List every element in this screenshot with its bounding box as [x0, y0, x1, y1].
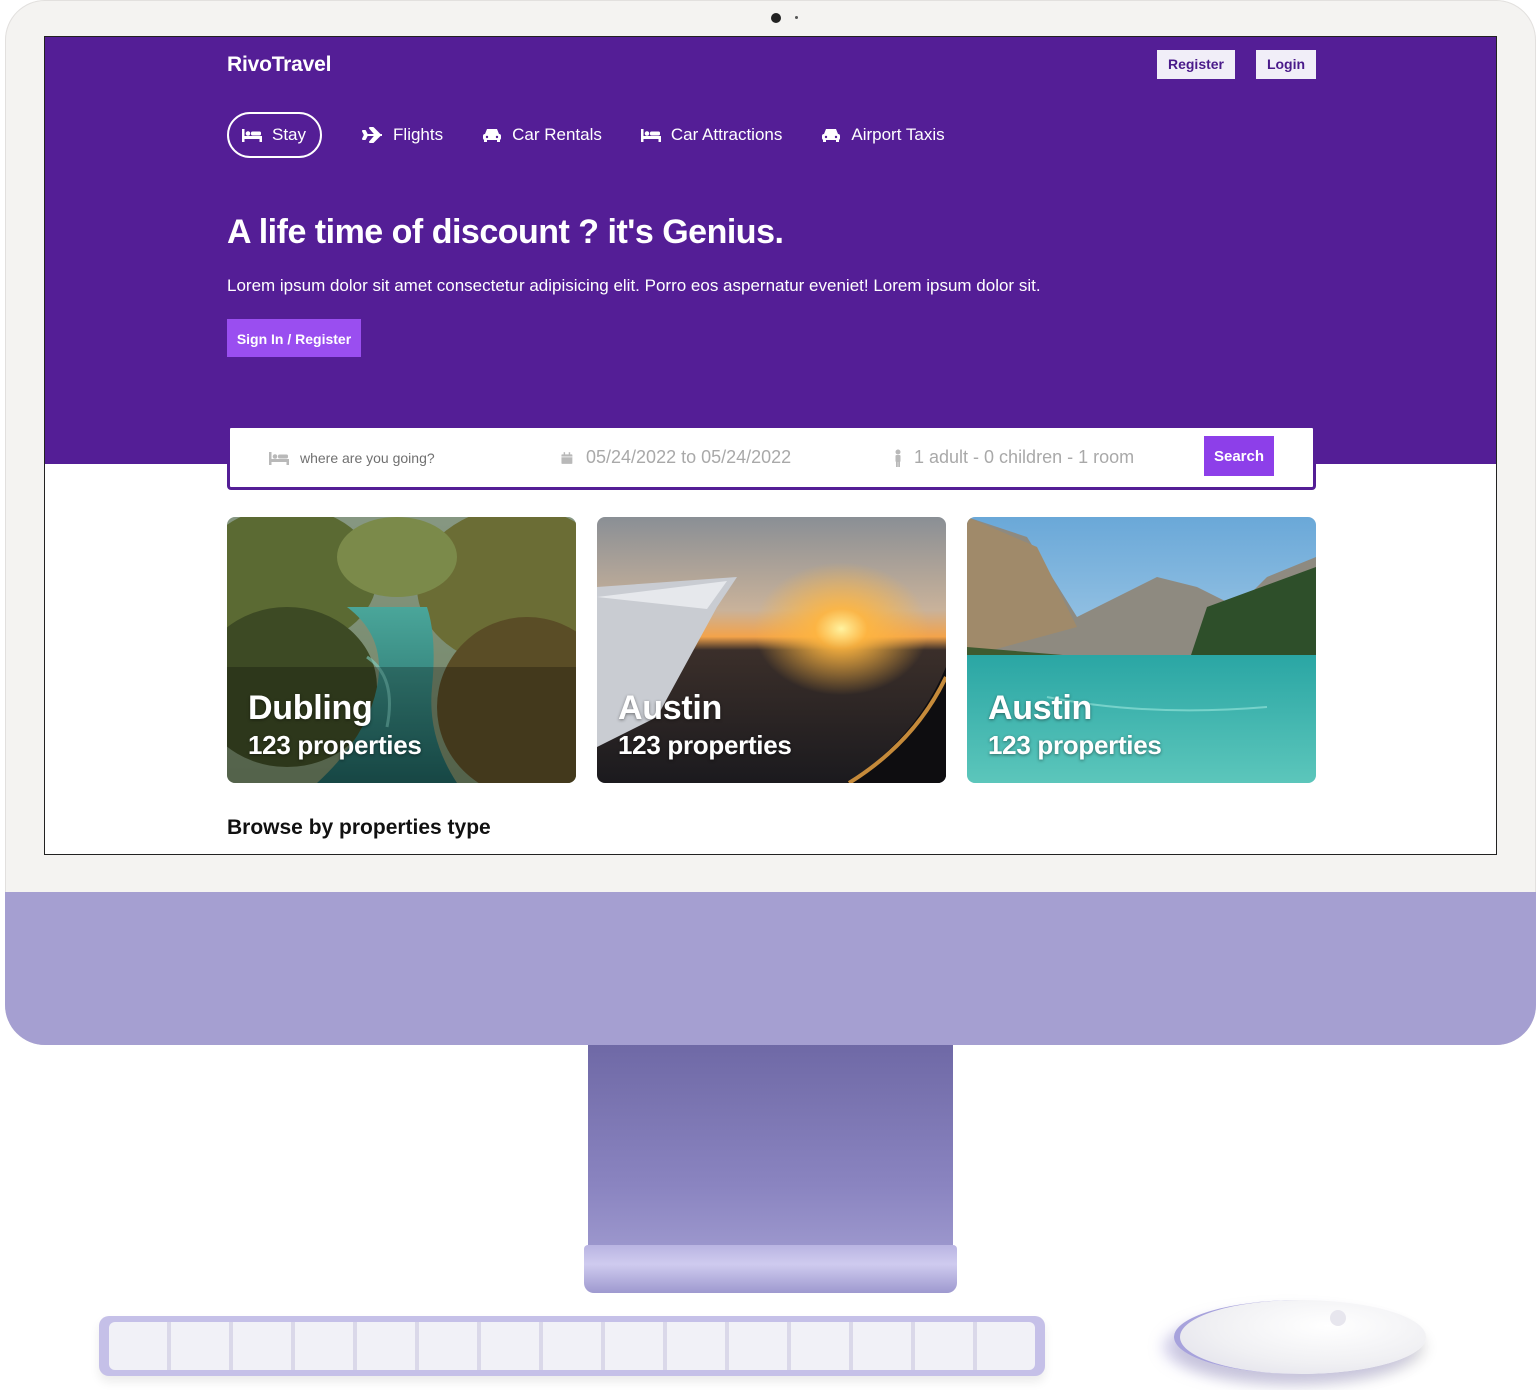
nav-item-car-attractions[interactable]: Car Attractions	[640, 112, 783, 158]
imac-stand	[588, 1045, 953, 1245]
card-properties: 123 properties	[988, 730, 1162, 760]
destination-field[interactable]: where are you going?	[268, 428, 435, 487]
bed-icon	[640, 129, 661, 142]
featured-destinations: Dubling 123 properties Austin 123 proper…	[227, 517, 1316, 783]
main-nav: Stay Flights Car Rentals Car Attractions…	[227, 112, 983, 158]
destination-card[interactable]: Austin 123 properties	[597, 517, 946, 783]
guests-field[interactable]: 1 adult - 0 children - 1 room	[892, 428, 1134, 487]
hero-lead: Lorem ipsum dolor sit amet consectetur a…	[227, 276, 1041, 295]
bed-icon	[242, 129, 262, 142]
person-icon	[895, 449, 901, 467]
nav-label: Car Rentals	[512, 125, 602, 144]
card-city: Austin	[618, 689, 722, 727]
search-bar: where are you going? 05/24/2022 to 05/24…	[227, 425, 1316, 490]
guests-value: 1 adult - 0 children - 1 room	[914, 447, 1135, 467]
imac-stand-foot	[584, 1245, 957, 1293]
hero-headline: A life time of discount ? it's Genius.	[227, 213, 784, 251]
mouse	[1174, 1300, 1426, 1374]
nav-label: Flights	[393, 125, 444, 144]
apple-logo-icon	[1330, 1310, 1346, 1326]
card-city: Austin	[988, 689, 1092, 727]
destination-card[interactable]: Dubling 123 properties	[227, 517, 576, 783]
date-range-field[interactable]: 05/24/2022 to 05/24/2022	[560, 428, 791, 487]
hero-section: RivoTravel Register Login Stay Flights C…	[45, 37, 1496, 464]
camera	[771, 13, 781, 23]
brand-logo[interactable]: RivoTravel	[227, 53, 331, 77]
card-properties: 123 properties	[618, 730, 792, 760]
keyboard-keys	[109, 1322, 1035, 1370]
nav-item-flights[interactable]: Flights	[362, 112, 443, 158]
plane-icon	[362, 127, 383, 143]
destination-card[interactable]: Austin 123 properties	[967, 517, 1316, 783]
card-properties: 123 properties	[248, 730, 422, 760]
camera-sensor	[795, 16, 798, 19]
nav-label: Airport Taxis	[851, 125, 945, 144]
keyboard	[99, 1316, 1045, 1376]
nav-item-car-rentals[interactable]: Car Rentals	[481, 112, 602, 158]
calendar-icon	[561, 451, 573, 464]
login-button[interactable]: Login	[1256, 50, 1316, 79]
sign-in-register-button[interactable]: Sign In / Register	[227, 319, 361, 357]
search-button[interactable]: Search	[1204, 436, 1274, 476]
nav-label: Stay	[272, 125, 307, 144]
card-city: Dubling	[248, 689, 373, 727]
car-icon	[822, 129, 841, 142]
destination-placeholder: where are you going?	[300, 449, 435, 466]
car-icon	[483, 129, 502, 142]
bed-icon	[269, 451, 289, 465]
nav-item-airport-taxis[interactable]: Airport Taxis	[820, 112, 945, 158]
register-button[interactable]: Register	[1157, 50, 1235, 79]
date-range-value: 05/24/2022 to 05/24/2022	[586, 447, 792, 467]
browse-section-title: Browse by properties type	[227, 816, 491, 839]
nav-label: Car Attractions	[670, 125, 783, 144]
imac-chin	[5, 892, 1536, 1045]
nav-item-stay[interactable]: Stay	[227, 112, 323, 158]
screen: RivoTravel Register Login Stay Flights C…	[44, 36, 1497, 855]
